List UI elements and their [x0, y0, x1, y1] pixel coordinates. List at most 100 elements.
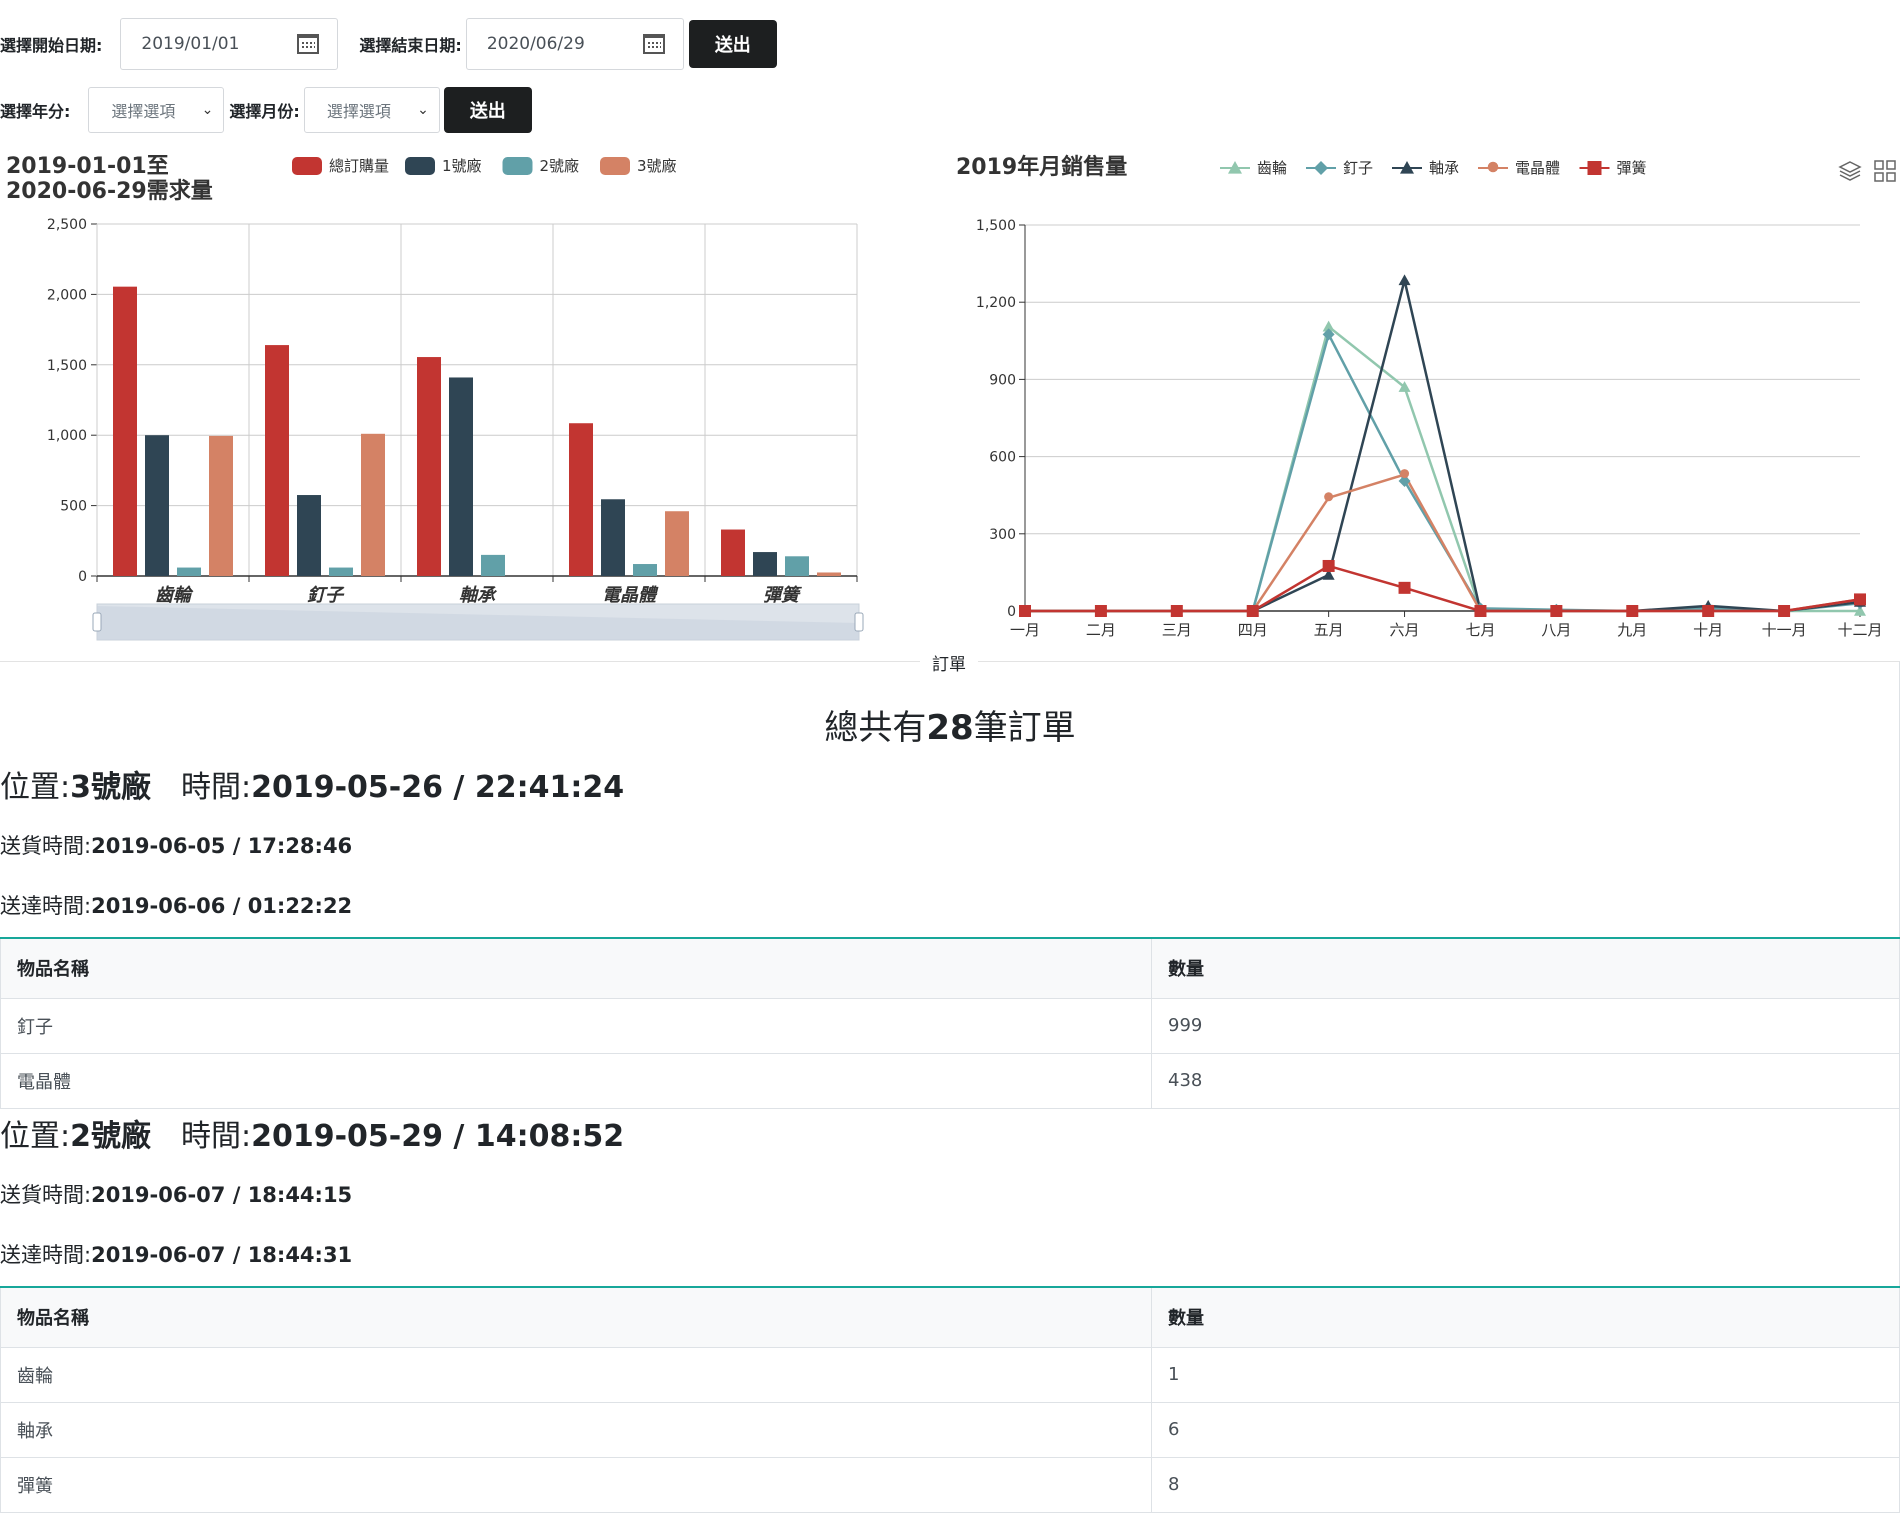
- bar[interactable]: [209, 435, 233, 576]
- table-row: 彈簧 8: [0, 1456, 1900, 1513]
- bar[interactable]: [265, 345, 289, 576]
- bar[interactable]: [665, 511, 689, 576]
- data-point[interactable]: [1487, 161, 1499, 173]
- bar[interactable]: [785, 556, 809, 576]
- calendar-icon[interactable]: [297, 34, 320, 54]
- ship-time: 送貨時間:2019-06-07 / 18:44:15: [0, 1179, 352, 1209]
- grid-view-icon[interactable]: [1874, 160, 1896, 182]
- end-date-value: 2020/06/29: [486, 34, 585, 54]
- legend-swatch: [292, 157, 322, 175]
- legend-item[interactable]: 2號廠: [502, 157, 580, 175]
- start-date-value: 2019/01/01: [141, 34, 240, 54]
- data-zoom-right-handle[interactable]: [854, 612, 864, 632]
- series-line[interactable]: [1025, 324, 1860, 613]
- data-zoom-slider[interactable]: [92, 603, 864, 641]
- bar[interactable]: [177, 567, 201, 576]
- data-point[interactable]: [1322, 559, 1335, 572]
- x-tick-label: 十月: [1693, 621, 1723, 639]
- bar[interactable]: [633, 564, 657, 576]
- column-header-qty: 數量: [1151, 938, 1900, 999]
- bar[interactable]: [145, 435, 169, 576]
- date-submit-button[interactable]: 送出: [688, 20, 777, 68]
- end-date-label: 選擇結束日期:: [359, 36, 462, 55]
- data-point[interactable]: [1702, 605, 1715, 617]
- series-line[interactable]: [1025, 280, 1861, 613]
- month-label: 選擇月份:: [229, 102, 300, 121]
- data-point[interactable]: [1474, 605, 1487, 617]
- data-point[interactable]: [1587, 161, 1602, 175]
- order-time: 2019-05-29 / 14:08:52: [251, 1119, 625, 1154]
- year-month-submit-button[interactable]: 送出: [443, 87, 532, 133]
- data-point[interactable]: [1314, 161, 1328, 175]
- legend-item[interactable]: 總訂購量: [292, 157, 389, 175]
- data-zoom-left-handle[interactable]: [92, 612, 102, 632]
- y-tick-label: 500: [60, 499, 87, 515]
- x-tick-label: 齒輪: [155, 585, 194, 606]
- legend-item[interactable]: 軸承: [1392, 159, 1459, 177]
- item-qty: 999: [1151, 997, 1900, 1054]
- data-point[interactable]: [1398, 581, 1411, 594]
- table-header-row: 物品名稱 數量: [0, 938, 1900, 999]
- arrive-time: 送達時間:2019-06-07 / 18:44:31: [0, 1239, 352, 1269]
- y-tick-label: 2,000: [47, 287, 87, 303]
- y-tick-label: 1,200: [976, 295, 1016, 311]
- bar[interactable]: [601, 499, 625, 576]
- bar[interactable]: [329, 567, 353, 576]
- data-point[interactable]: [1019, 605, 1031, 617]
- bar[interactable]: [753, 552, 777, 576]
- calendar-icon[interactable]: [642, 34, 665, 54]
- bar[interactable]: [297, 495, 321, 576]
- month-select[interactable]: 選擇選項 ⌄: [303, 87, 440, 133]
- legend-label: 軸承: [1429, 159, 1459, 177]
- year-select-value: 選擇選項: [111, 102, 176, 121]
- order-location: 2號廠: [70, 1119, 151, 1154]
- time-label: 時間:: [180, 1119, 252, 1154]
- bar-chart-title-line2: 2020-06-29需求量: [6, 179, 213, 204]
- data-point[interactable]: [1398, 274, 1411, 286]
- data-point[interactable]: [1246, 605, 1259, 617]
- bar[interactable]: [721, 529, 745, 576]
- legend-label: 3號廠: [637, 157, 677, 175]
- y-tick-label: 300: [989, 527, 1016, 543]
- data-point[interactable]: [1094, 605, 1107, 617]
- item-qty: 6: [1151, 1401, 1900, 1458]
- legend-item[interactable]: 1號廠: [405, 157, 482, 175]
- x-tick-label: 釘子: [307, 585, 345, 606]
- legend-item[interactable]: 釘子: [1306, 159, 1373, 177]
- legend-item[interactable]: 齒輪: [1220, 159, 1287, 177]
- data-point[interactable]: [1170, 605, 1183, 617]
- arrive-time-value: 2019-06-07 / 18:44:31: [91, 1243, 353, 1267]
- ship-time-value: 2019-06-07 / 18:44:15: [91, 1183, 353, 1207]
- series-line[interactable]: [1025, 330, 1861, 613]
- data-point[interactable]: [1550, 605, 1563, 617]
- data-point[interactable]: [1400, 469, 1410, 479]
- bar[interactable]: [481, 554, 505, 576]
- data-point[interactable]: [1626, 605, 1639, 617]
- x-tick-label: 七月: [1465, 621, 1495, 639]
- bar-chart-svg: 2019-01-01至 2020-06-29需求量 總訂購量 1號廠 2號廠 3號廠 …: [6, 154, 864, 641]
- year-month-filter: 選擇年分: 選擇選項 ⌄ 選擇月份: 選擇選項 ⌄ 送出: [0, 86, 532, 134]
- data-point[interactable]: [1854, 593, 1866, 606]
- y-tick-label: 1,500: [47, 358, 87, 374]
- data-point[interactable]: [1778, 605, 1791, 617]
- bar[interactable]: [113, 286, 137, 576]
- bar[interactable]: [417, 357, 441, 576]
- series-line[interactable]: [1025, 564, 1861, 613]
- legend-item[interactable]: 3號廠: [600, 157, 677, 175]
- bar[interactable]: [817, 572, 841, 576]
- orders-total: 總共有28筆訂單: [0, 700, 1900, 749]
- legend-item[interactable]: 彈簧: [1579, 159, 1647, 177]
- legend-label: 釘子: [1343, 159, 1373, 177]
- end-date-input[interactable]: 2020/06/29: [465, 18, 684, 70]
- table-row: 齒輪 1: [0, 1346, 1900, 1403]
- bar[interactable]: [361, 433, 385, 576]
- item-qty: 8: [1151, 1456, 1900, 1513]
- data-point[interactable]: [1324, 492, 1334, 502]
- year-select[interactable]: 選擇選項 ⌄: [88, 87, 225, 133]
- layers-icon[interactable]: [1838, 161, 1862, 181]
- legend-item[interactable]: 電晶體: [1478, 159, 1560, 177]
- start-date-input[interactable]: 2019/01/01: [120, 18, 339, 70]
- bar[interactable]: [449, 377, 473, 576]
- total-count: 28: [926, 708, 974, 748]
- bar[interactable]: [569, 423, 593, 576]
